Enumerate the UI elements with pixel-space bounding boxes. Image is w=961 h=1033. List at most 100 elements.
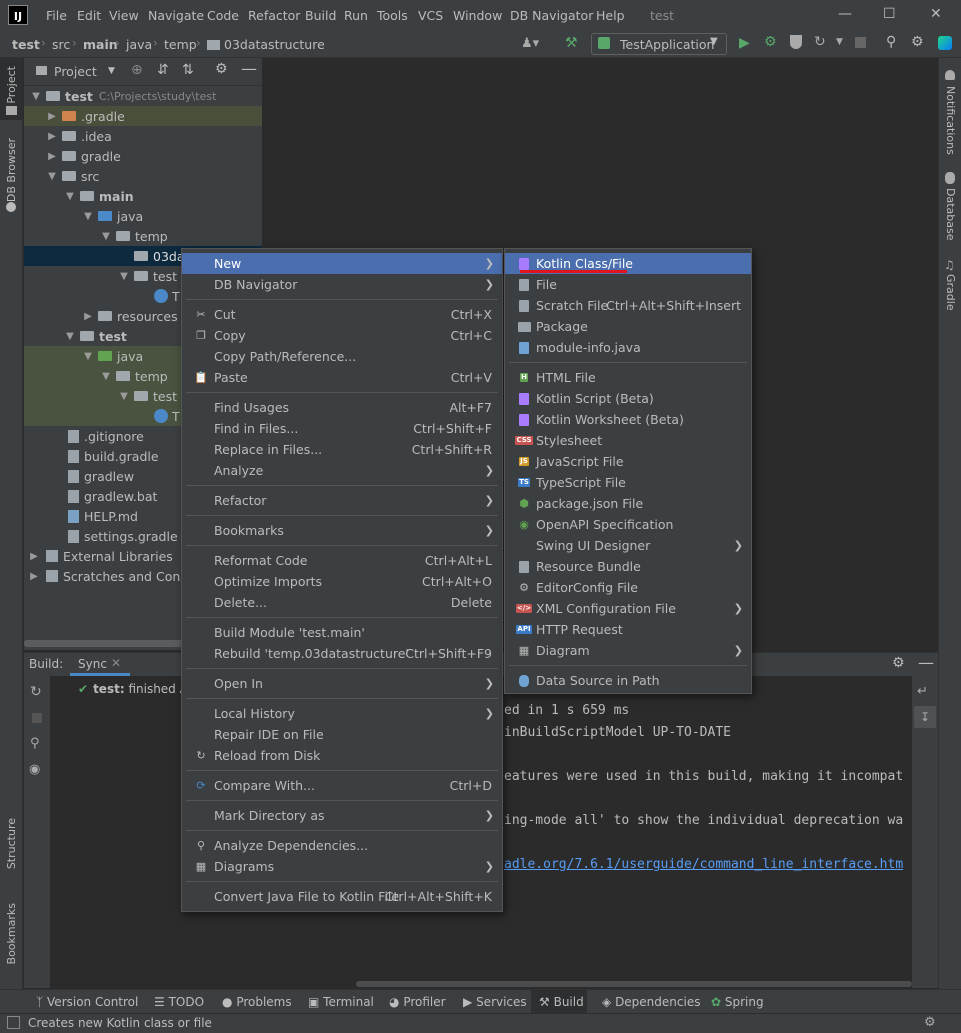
context-item-replace-in-files[interactable]: Replace in Files... Ctrl+Shift+R (182, 439, 502, 460)
menu-file[interactable]: File (46, 8, 67, 23)
panel-toggle-icon[interactable] (7, 1016, 20, 1029)
new-item-diagram[interactable]: ▦ Diagram ❯ (505, 640, 751, 661)
more-run-chevron-icon[interactable]: ▼ (836, 37, 843, 47)
new-item-resource-bundle[interactable]: Resource Bundle (505, 556, 751, 577)
context-item-delete[interactable]: Delete... Delete (182, 592, 502, 613)
tree-node-gradle-dir[interactable]: ▶ .gradle (24, 106, 262, 126)
close-icon[interactable]: ✕ (930, 6, 942, 22)
context-item-compare-with[interactable]: ⟳ Compare With... Ctrl+D (182, 775, 502, 796)
tool-spring[interactable]: ✿ Spring (711, 995, 764, 1009)
context-item-diagrams[interactable]: ▦ Diagrams ❯ (182, 856, 502, 877)
new-item-module-info[interactable]: module-info.java (505, 337, 751, 358)
context-item-cut[interactable]: ✂ Cut Ctrl+X (182, 304, 502, 325)
tool-profiler[interactable]: ◕ Profiler (389, 995, 446, 1009)
menu-tools[interactable]: Tools (377, 8, 408, 23)
new-item-http-request[interactable]: API HTTP Request (505, 619, 751, 640)
soft-wrap-icon[interactable]: ↵ (917, 684, 928, 699)
context-item-mark-directory[interactable]: Mark Directory as ❯ (182, 805, 502, 826)
tool-window-project[interactable]: Project (5, 66, 18, 104)
search-icon[interactable]: ⚲ (886, 34, 896, 50)
tool-window-db-browser[interactable]: DB Browser (5, 138, 18, 202)
close-tab-icon[interactable]: ✕ (111, 656, 121, 670)
tool-problems[interactable]: ● Problems (222, 995, 292, 1009)
tool-window-structure[interactable]: Structure (5, 818, 18, 869)
tool-terminal[interactable]: ▣ Terminal (308, 995, 374, 1009)
breadcrumb-java[interactable]: java (126, 37, 152, 52)
user-icon[interactable]: ♟▾ (521, 36, 539, 51)
horizontal-scrollbar[interactable] (24, 640, 184, 647)
context-item-convert-to-kotlin[interactable]: Convert Java File to Kotlin File Ctrl+Alt… (182, 886, 502, 907)
context-item-rebuild[interactable]: Rebuild 'temp.03datastructure' Ctrl+Shift… (182, 643, 502, 664)
locate-icon[interactable]: ⊕ (131, 62, 143, 78)
minimize-icon[interactable]: — (838, 6, 852, 22)
menu-view[interactable]: View (109, 8, 139, 23)
run-icon[interactable]: ▶ (739, 35, 750, 51)
tree-node-temp[interactable]: ▼ temp (24, 226, 262, 246)
tool-window-bookmarks[interactable]: Bookmarks (5, 903, 18, 964)
context-item-new[interactable]: New ❯ (182, 253, 502, 274)
expand-all-icon[interactable]: ⇵ (157, 62, 169, 78)
menu-edit[interactable]: Edit (77, 8, 101, 23)
pin-icon[interactable]: ⚲ (30, 736, 40, 751)
tool-window-gradle[interactable]: Gradle (944, 274, 957, 311)
new-item-package[interactable]: Package (505, 316, 751, 337)
hammer-icon[interactable]: ⚒ (565, 35, 578, 51)
context-item-reload-from-disk[interactable]: ↻ Reload from Disk (182, 745, 502, 766)
sync-icon[interactable]: ↻ (30, 684, 42, 700)
tree-node-src[interactable]: ▼ src (24, 166, 262, 186)
tree-node-idea[interactable]: ▶ .idea (24, 126, 262, 146)
new-item-html-file[interactable]: H HTML File (505, 367, 751, 388)
new-item-swing-ui-designer[interactable]: Swing UI Designer ❯ (505, 535, 751, 556)
console-horizontal-scrollbar[interactable] (356, 981, 912, 987)
context-item-open-in[interactable]: Open In ❯ (182, 673, 502, 694)
tool-services[interactable]: ▶ Services (463, 995, 527, 1009)
coverage-icon[interactable] (790, 35, 802, 49)
menu-window[interactable]: Window (453, 8, 502, 23)
context-item-local-history[interactable]: Local History ❯ (182, 703, 502, 724)
build-settings-icon[interactable]: ⚙ (892, 655, 905, 671)
tool-build[interactable]: ⚒ Build (539, 995, 584, 1009)
breadcrumb-03datastructure[interactable]: 03datastructure (224, 37, 325, 52)
tree-node-java[interactable]: ▼ java (24, 206, 262, 226)
new-item-stylesheet[interactable]: CSS Stylesheet (505, 430, 751, 451)
menu-run[interactable]: Run (344, 8, 368, 23)
build-tree-item[interactable]: ✔ test: finished At (78, 680, 192, 698)
context-item-analyze[interactable]: Analyze ❯ (182, 460, 502, 481)
menu-vcs[interactable]: VCS (418, 8, 443, 23)
tool-dependencies[interactable]: ◈ Dependencies (602, 995, 700, 1009)
maximize-icon[interactable]: ☐ (883, 6, 896, 22)
context-item-build-module[interactable]: Build Module 'test.main' (182, 622, 502, 643)
tree-node-main[interactable]: ▼ main (24, 186, 262, 206)
menu-build[interactable]: Build (305, 8, 336, 23)
tree-node-gradle[interactable]: ▶ gradle (24, 146, 262, 166)
context-item-repair-ide[interactable]: Repair IDE on File (182, 724, 502, 745)
menu-db-navigator[interactable]: DB Navigator (510, 8, 593, 23)
context-item-copy-path[interactable]: Copy Path/Reference... (182, 346, 502, 367)
context-item-refactor[interactable]: Refactor ❯ (182, 490, 502, 511)
hide-build-panel-icon[interactable]: — (918, 653, 934, 672)
debug-icon[interactable]: ⚙ (764, 34, 777, 50)
breadcrumb-test[interactable]: test (12, 37, 40, 52)
hide-panel-icon[interactable]: — (241, 59, 257, 78)
menu-refactor[interactable]: Refactor (248, 8, 300, 23)
console-link[interactable]: adle.org/7.6.1/userguide/command_line_in… (504, 857, 903, 872)
new-item-file[interactable]: File (505, 274, 751, 295)
run-configuration-selector[interactable]: TestApplication ▼ (591, 33, 727, 55)
collapse-all-icon[interactable]: ⇅ (182, 62, 194, 78)
new-item-typescript-file[interactable]: TS TypeScript File (505, 472, 751, 493)
new-item-xml-configuration[interactable]: </> XML Configuration File ❯ (505, 598, 751, 619)
tool-window-database[interactable]: Database (944, 188, 957, 241)
context-item-bookmarks[interactable]: Bookmarks ❯ (182, 520, 502, 541)
options-gear-icon[interactable]: ⚙ (215, 61, 228, 77)
event-log-icon[interactable]: ⚙ (924, 1015, 936, 1030)
context-item-analyze-dependencies[interactable]: ⚲ Analyze Dependencies... (182, 835, 502, 856)
tool-version-control[interactable]: ᛉ Version Control (36, 995, 138, 1009)
menu-navigate[interactable]: Navigate (148, 8, 204, 23)
new-item-editorconfig[interactable]: ⚙ EditorConfig File (505, 577, 751, 598)
eye-icon[interactable]: ◉ (29, 762, 40, 777)
context-item-find-in-files[interactable]: Find in Files... Ctrl+Shift+F (182, 418, 502, 439)
stop-icon[interactable] (855, 37, 866, 48)
context-item-db-navigator[interactable]: DB Navigator ❯ (182, 274, 502, 295)
settings-icon[interactable]: ⚙ (911, 34, 924, 50)
context-item-copy[interactable]: ❐ Copy Ctrl+C (182, 325, 502, 346)
